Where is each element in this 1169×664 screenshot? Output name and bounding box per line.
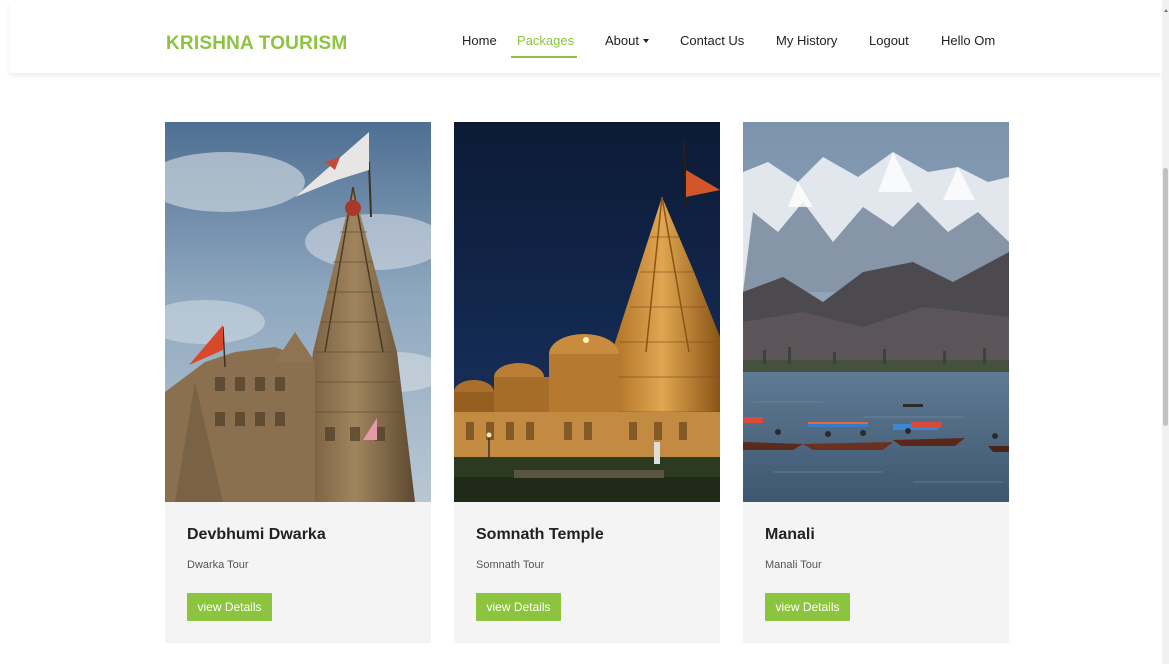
- scrollbar-thumb[interactable]: [1163, 168, 1168, 426]
- nav-contact-us[interactable]: Contact Us: [680, 33, 744, 48]
- card-subtitle: Somnath Tour: [476, 559, 545, 571]
- nav-logout[interactable]: Logout: [869, 33, 909, 48]
- page-scrollbar[interactable]: [1162, 0, 1169, 664]
- nav-user-greeting[interactable]: Hello Om: [941, 33, 995, 48]
- nav-about-dropdown[interactable]: About: [605, 33, 649, 48]
- nav-home[interactable]: Home: [462, 33, 497, 48]
- nav-active-underline: [511, 56, 577, 58]
- card-subtitle: Manali Tour: [765, 559, 822, 571]
- somnath-temple-image: [454, 122, 720, 502]
- nav-packages[interactable]: Packages: [517, 33, 574, 48]
- package-card-manali: Manali Manali Tour view Details: [743, 122, 1009, 643]
- package-card-somnath: Somnath Temple Somnath Tour view Details: [454, 122, 720, 643]
- view-details-button-dwarka[interactable]: view Details: [187, 593, 272, 621]
- manali-lake-image: [743, 122, 1009, 502]
- nav-my-history[interactable]: My History: [776, 33, 837, 48]
- brand-logo[interactable]: KRISHNA TOURISM: [166, 33, 347, 55]
- card-subtitle: Dwarka Tour: [187, 559, 249, 571]
- card-title: Somnath Temple: [476, 526, 604, 543]
- view-details-button-manali[interactable]: view Details: [765, 593, 850, 621]
- top-navbar: KRISHNA TOURISM Home Packages About Cont…: [10, 0, 1162, 73]
- package-card-dwarka: Devbhumi Dwarka Dwarka Tour view Details: [165, 122, 431, 643]
- caret-down-icon: [642, 39, 649, 43]
- card-title: Manali: [765, 526, 815, 543]
- nav-about-label: About: [605, 33, 639, 48]
- scroll-up-arrow-icon[interactable]: [1164, 9, 1168, 12]
- dwarka-temple-image: [165, 122, 431, 502]
- card-title: Devbhumi Dwarka: [187, 526, 326, 543]
- view-details-button-somnath[interactable]: view Details: [476, 593, 561, 621]
